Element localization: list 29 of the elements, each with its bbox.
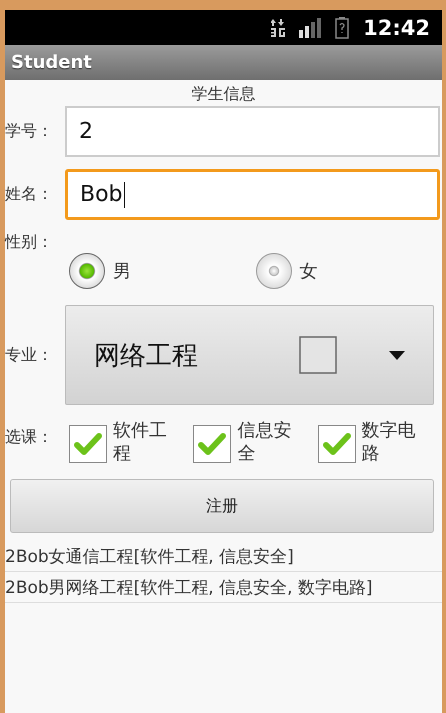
checkbox-label: 软件工程 xyxy=(113,419,168,465)
network-3g-icon xyxy=(271,18,286,36)
radio-button[interactable] xyxy=(69,253,105,289)
clock-time: 12:42 xyxy=(363,16,430,40)
checkbox[interactable] xyxy=(69,425,107,463)
checkbox-label: 信息安全 xyxy=(237,419,292,465)
battery-icon xyxy=(335,16,350,38)
result-line: 2Bob女通信工程[软件工程, 信息安全] xyxy=(5,543,442,572)
checkbox[interactable] xyxy=(193,425,232,463)
field-label: 性别： xyxy=(5,232,54,253)
result-line: 2Bob男网络工程[软件工程, 信息安全, 数字电路] xyxy=(5,574,442,603)
square-icon xyxy=(299,336,337,374)
form-heading: 学生信息 xyxy=(190,83,256,105)
text-field[interactable]: Bob xyxy=(65,169,440,220)
signal-icon xyxy=(299,18,322,38)
field-label: 姓名： xyxy=(5,184,54,205)
radio-label: 男 xyxy=(113,260,131,283)
register-button[interactable]: 注册 xyxy=(10,479,434,533)
dropdown-arrow-icon xyxy=(389,350,405,360)
radio-label: 女 xyxy=(300,260,318,283)
field-label: 专业： xyxy=(5,344,54,366)
checkbox-label: 数字电路 xyxy=(362,419,417,465)
app-title: Student xyxy=(11,52,92,73)
field-label: 学号： xyxy=(5,121,54,142)
text-field[interactable]: 2 xyxy=(65,106,440,157)
field-label: 选课： xyxy=(5,427,54,448)
radio-button[interactable] xyxy=(256,253,292,289)
major-dropdown[interactable]: 网络工程 xyxy=(65,305,434,405)
checkbox[interactable] xyxy=(318,425,356,463)
